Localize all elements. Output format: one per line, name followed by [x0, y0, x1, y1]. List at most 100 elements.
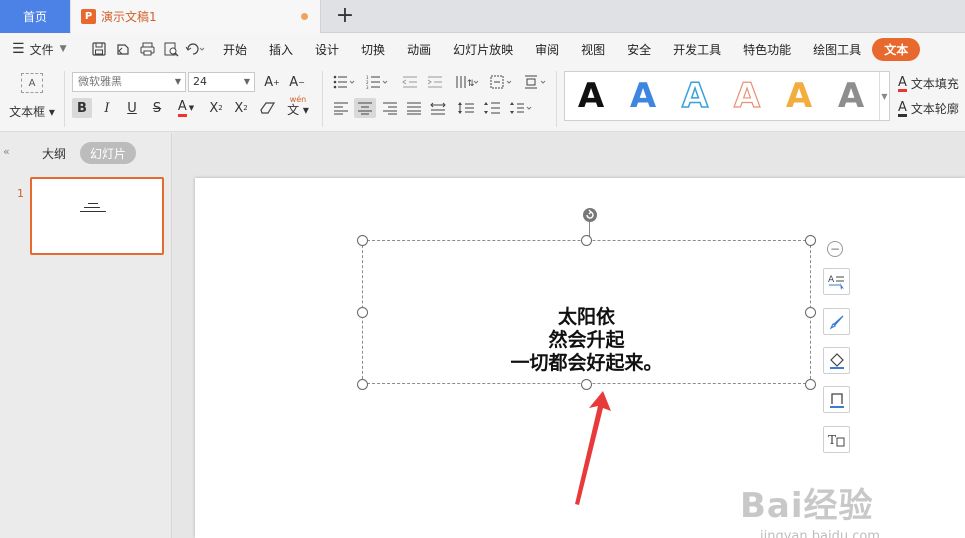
justify-icon[interactable] [404, 98, 424, 118]
increase-indent-icon[interactable] [425, 72, 445, 92]
text-layout-button[interactable]: A [823, 268, 850, 295]
tab-insert[interactable]: 插入 [258, 41, 304, 58]
ribbon-divider [322, 71, 323, 127]
slide-text-line: 一切都会好起来。 [510, 352, 663, 374]
svg-text:⇅: ⇅ [467, 79, 475, 89]
svg-text:T: T [828, 433, 836, 447]
shrink-font-icon[interactable]: A − [287, 72, 307, 92]
resize-handle-bottom-right[interactable] [805, 379, 816, 390]
tab-animations[interactable]: 动画 [396, 41, 442, 58]
font-size-select[interactable]: 24 ▼ [188, 72, 255, 92]
export-icon[interactable] [112, 38, 134, 60]
textbox-button[interactable]: A 文本框 ▾ [6, 71, 58, 127]
paragraph-spacing-icon[interactable] [482, 98, 502, 118]
align-right-icon[interactable] [380, 98, 400, 118]
font-name-select[interactable]: 微软雅黑 ▼ [72, 72, 186, 92]
new-tab-button[interactable]: + [334, 3, 356, 29]
chevron-down-icon: ▼ [174, 77, 181, 86]
grow-font-icon[interactable]: A + [262, 72, 282, 92]
decrease-indent-icon[interactable] [400, 72, 420, 92]
columns-icon[interactable]: ⇅ [453, 72, 481, 92]
print-preview-icon[interactable] [160, 38, 182, 60]
line-spacing-icon[interactable] [456, 98, 476, 118]
tab-drawing-tools[interactable]: 绘图工具 [802, 41, 872, 58]
ribbon-divider [64, 71, 65, 127]
tab-review[interactable]: 审阅 [524, 41, 570, 58]
collapse-toolbar-icon[interactable]: − [827, 241, 843, 257]
align-left-icon[interactable] [331, 98, 351, 118]
tab-security[interactable]: 安全 [616, 41, 662, 58]
slide-text[interactable]: 太阳依 然会升起 一切都会好起来。 [362, 306, 811, 375]
slides-panel: « 大纲 幻灯片 1 [0, 133, 172, 538]
slide-thumbnail[interactable] [30, 177, 164, 255]
phonetic-guide-icon[interactable]: wén 文 ▾ [283, 95, 313, 116]
text-outline-button[interactable]: A 文本轮廓 [898, 100, 959, 117]
undo-icon[interactable] [184, 38, 206, 60]
thumbnail-text-line [80, 211, 106, 212]
svg-text:3: 3 [366, 85, 369, 89]
text-fill-label: 文本填充 [910, 77, 959, 91]
italic-icon[interactable]: I [97, 98, 117, 118]
text-fill-button[interactable]: A 文本填充 [898, 75, 959, 92]
tab-document[interactable]: P 演示文稿1 [71, 0, 321, 33]
text-style-blue-outline[interactable]: A [669, 73, 721, 119]
unsaved-dot-icon [301, 13, 308, 20]
tab-developer[interactable]: 开发工具 [662, 41, 732, 58]
strikethrough-icon[interactable]: S [147, 98, 167, 118]
text-style-gold[interactable]: A [773, 73, 825, 119]
resize-handle-top-left[interactable] [357, 235, 368, 246]
text-style-orange-outline[interactable]: A [721, 73, 773, 119]
watermark: Bai经验 jingyan.baidu.com [740, 478, 880, 538]
thumbnail-text-line [84, 207, 100, 208]
resize-handle-top-right[interactable] [805, 235, 816, 246]
text-direction-icon[interactable] [488, 72, 516, 92]
document-title: 演示文稿1 [101, 10, 157, 24]
thumbnail-text-line [88, 203, 98, 204]
textbox-label: 文本框 ▾ [9, 105, 55, 119]
tab-transitions[interactable]: 切换 [350, 41, 396, 58]
brush-button[interactable] [823, 308, 850, 335]
spacing-options-icon[interactable] [507, 98, 535, 118]
quick-access-toolbar [88, 38, 206, 60]
text-style-gallery[interactable]: A A A A A A ▼ [564, 71, 890, 121]
tab-design[interactable]: 设计 [304, 41, 350, 58]
text-style-blue[interactable]: A [617, 73, 669, 119]
file-menu[interactable]: ☰ 文件 ▼ [0, 41, 82, 58]
text-style-gray[interactable]: A [825, 73, 877, 119]
font-color-icon[interactable]: A ▼ [172, 98, 200, 118]
text-style-black[interactable]: A [565, 73, 617, 119]
text-format-button[interactable]: T [823, 426, 850, 453]
slide[interactable]: 太阳依 然会升起 一切都会好起来。 − A T Bai经验 jingyan.ba… [195, 178, 965, 538]
resize-handle-top[interactable] [581, 235, 592, 246]
superscript-icon[interactable]: X2 [206, 98, 226, 118]
tab-home[interactable]: 首页 [0, 0, 70, 33]
shape-outline-button[interactable] [823, 386, 850, 413]
tab-slideshow[interactable]: 幻灯片放映 [442, 41, 524, 58]
underline-icon[interactable]: U [122, 98, 142, 118]
ribbon-tabs: 开始 插入 设计 切换 动画 幻灯片放映 审阅 视图 安全 开发工具 特色功能 … [212, 37, 921, 61]
tab-features[interactable]: 特色功能 [732, 41, 802, 58]
tab-outline[interactable]: 大纲 [42, 145, 66, 162]
tab-start[interactable]: 开始 [212, 41, 258, 58]
numbered-list-icon[interactable]: 123 [364, 72, 390, 92]
gallery-scroll-icon[interactable]: ▼ [879, 72, 889, 120]
tab-text-tools[interactable]: 文本 [872, 37, 921, 61]
svg-text:A: A [828, 275, 835, 285]
align-text-icon[interactable] [522, 72, 550, 92]
tab-view[interactable]: 视图 [570, 41, 616, 58]
align-center-icon[interactable] [354, 98, 376, 118]
shape-fill-button[interactable] [823, 347, 850, 374]
rotate-handle-icon[interactable] [582, 207, 598, 223]
eraser-icon[interactable] [258, 98, 278, 118]
collapse-panel-icon[interactable]: « [3, 145, 10, 158]
distribute-icon[interactable] [428, 98, 448, 118]
chevron-down-icon: ▼ [59, 44, 67, 54]
print-icon[interactable] [136, 38, 158, 60]
bullet-list-icon[interactable] [331, 72, 357, 92]
bold-icon[interactable]: B [72, 98, 92, 118]
resize-handle-bottom-left[interactable] [357, 379, 368, 390]
file-menu-label: 文件 [29, 42, 54, 57]
tab-slides[interactable]: 幻灯片 [80, 142, 136, 164]
save-icon[interactable] [88, 38, 110, 60]
subscript-icon[interactable]: X2 [231, 98, 251, 118]
